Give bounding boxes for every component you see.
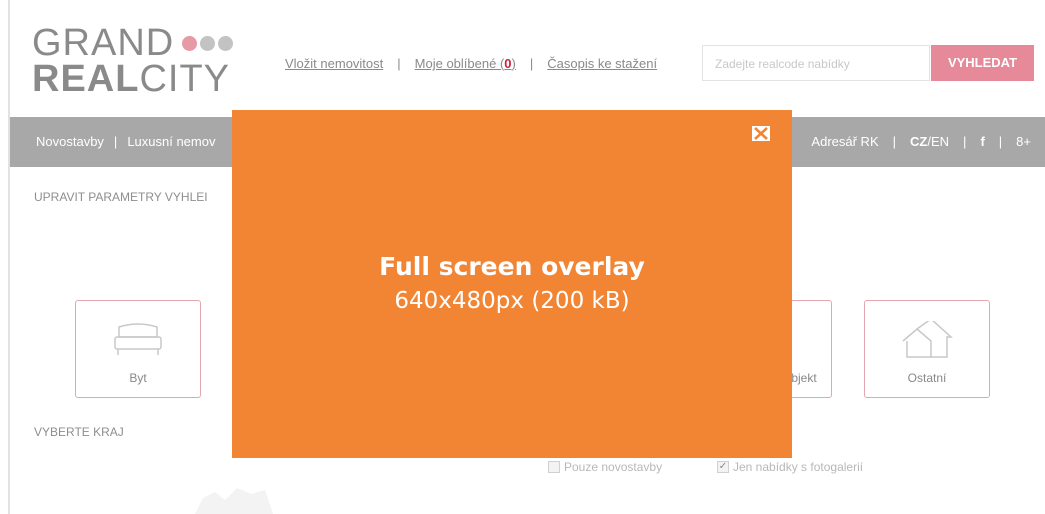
logo-text-city: CITY	[139, 58, 231, 100]
site-logo[interactable]: GRAND REALCITY	[32, 22, 252, 98]
overlay-subtitle: 640x480px (200 kB)	[394, 288, 630, 314]
filter-novostavby[interactable]: Pouze novostavby	[548, 460, 662, 474]
nav-item-novostavby[interactable]: Novostavby	[36, 134, 104, 149]
fullscreen-ad-overlay[interactable]: Full screen overlay 640x480px (200 kB)	[232, 110, 792, 458]
checkbox-label: Jen nabídky s fotogalerií	[733, 460, 864, 474]
tile-label: Ostatní	[907, 371, 947, 385]
logo-circles-icon	[182, 35, 234, 51]
realcode-search-input[interactable]: Zadejte realcode nabídky	[702, 45, 930, 81]
search-button[interactable]: VYHLEDAT	[931, 45, 1034, 81]
insert-property-link[interactable]: Vložit nemovitost	[285, 56, 383, 71]
logo-line1: GRAND	[32, 22, 252, 64]
favorites-paren-close: )	[511, 56, 516, 71]
houses-icon	[902, 321, 953, 358]
property-type-ostatni[interactable]: Ostatní	[864, 300, 990, 398]
facebook-icon[interactable]: f	[980, 134, 984, 149]
tile-label: Byt	[129, 371, 147, 385]
logo-text-real: REAL	[32, 58, 140, 100]
nav-left: Novostavby | Luxusní nemov	[36, 134, 215, 149]
property-type-byt[interactable]: Byt	[75, 300, 201, 398]
google-plus-icon[interactable]: 8+	[1016, 134, 1031, 149]
nav-separator: |	[998, 134, 1003, 149]
nav-item-luxusni[interactable]: Luxusní nemov	[127, 134, 215, 149]
page: GRAND REALCITY Vložit nemovitost | Moje …	[0, 0, 1045, 514]
checkbox-fotogalerie[interactable]: ✓	[717, 461, 729, 473]
link-separator: |	[397, 56, 401, 71]
left-border	[8, 0, 10, 514]
edit-params-heading: UPRAVIT PARAMETRY VYHLEI	[34, 190, 208, 204]
language-switch[interactable]: CZ/EN	[910, 134, 949, 149]
nav-separator: |	[113, 134, 118, 149]
nav-separator: |	[963, 134, 967, 149]
bed-icon	[114, 323, 162, 355]
checkbox-novostavby[interactable]	[548, 461, 560, 473]
link-separator: |	[529, 56, 534, 71]
logo-circle-pink	[182, 35, 198, 51]
nav-item-agents-directory[interactable]: Adresář RK	[811, 134, 878, 149]
overlay-title: Full screen overlay	[379, 252, 645, 281]
region-map-shape[interactable]	[185, 478, 275, 514]
favorites-link[interactable]: Moje oblíbené (0)	[415, 56, 516, 71]
nav-right: Adresář RK | CZ/EN | f | 8+	[811, 134, 1031, 149]
select-region-heading: VYBERTE KRAJ	[34, 425, 124, 439]
close-icon[interactable]	[752, 126, 770, 141]
checkbox-label: Pouze novostavby	[564, 460, 663, 474]
logo-circle-grey	[218, 35, 234, 51]
favorites-count: 0	[504, 56, 512, 71]
lang-en[interactable]: EN	[931, 134, 949, 149]
magazine-download-link[interactable]: Časopis ke stažení	[547, 56, 657, 71]
top-links: Vložit nemovitost | Moje oblíbené (0) | …	[285, 56, 657, 71]
logo-circle-grey	[200, 35, 216, 51]
favorites-label: Moje oblíbené	[414, 56, 497, 71]
nav-separator: |	[892, 134, 897, 149]
logo-text-grand: GRAND	[32, 22, 175, 64]
lang-cz[interactable]: CZ	[910, 134, 927, 149]
logo-line2: REALCITY	[32, 60, 252, 98]
filter-fotogalerie[interactable]: ✓ Jen nabídky s fotogalerií	[717, 460, 863, 474]
